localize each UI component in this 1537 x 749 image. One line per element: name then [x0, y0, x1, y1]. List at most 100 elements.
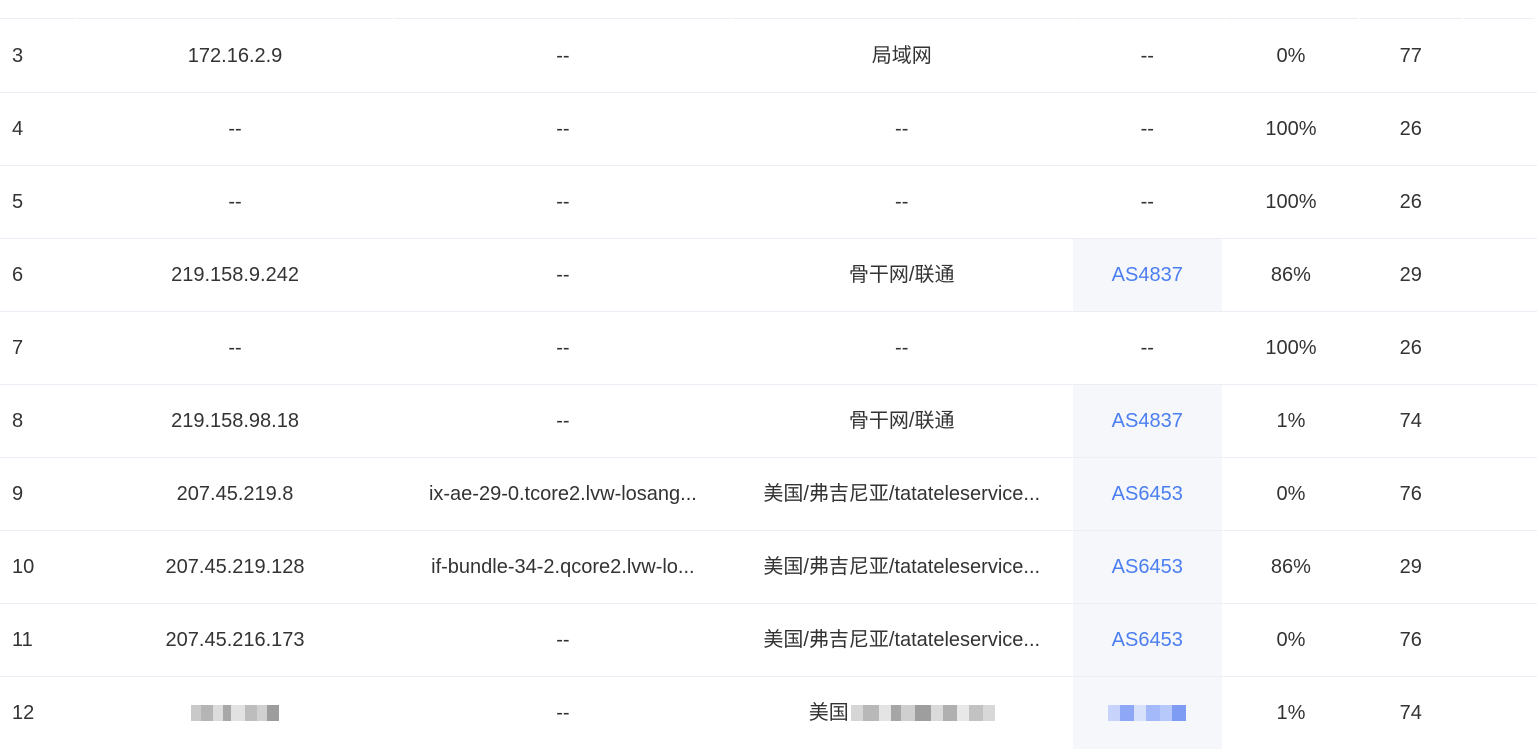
geo-cell-text: --	[895, 118, 909, 140]
traceroute-table: 3 172.16.2.9 -- 局域网 -- 0% 77 4 -- -- -- -- 100% 26 5 --…	[0, 0, 1537, 749]
loss-cell-text: 0%	[1276, 483, 1306, 505]
geo-cell-text: --	[895, 191, 909, 213]
asn-cell-text: --	[1140, 191, 1154, 213]
hostname-cell: --	[395, 166, 734, 238]
loss-cell: 100%	[1225, 166, 1361, 238]
sent-cell: 76	[1360, 458, 1465, 530]
ip-cell-text: 219.158.98.18	[171, 410, 299, 432]
loss-cell: 86%	[1225, 531, 1361, 603]
table-body: 3 172.16.2.9 -- 局域网 -- 0% 77 4 -- -- -- -- 100% 26 5 --…	[0, 20, 1537, 749]
ip-cell: --	[78, 166, 396, 238]
spacer-cell	[1464, 312, 1534, 384]
ip-cell: 219.158.98.18	[78, 385, 396, 457]
geo-cell-text: 美国/弗吉尼亚/tatateleservice...	[763, 629, 1041, 651]
hostname-cell: --	[395, 20, 734, 92]
table-row: 12--美国1%742	[0, 677, 1537, 749]
spacer-cell	[1464, 458, 1534, 530]
geo-cell-text: 骨干网/联通	[848, 264, 955, 286]
hostname-cell-text: if-bundle-34-2.qcore2.lvw-lo...	[431, 556, 695, 578]
asn-cell[interactable]	[1072, 677, 1225, 749]
asn-link-text[interactable]: AS6453	[1100, 628, 1195, 652]
loss-cell: 86%	[1225, 239, 1361, 311]
sent-cell-text: 77	[1399, 45, 1422, 67]
hostname-cell-text: --	[556, 45, 570, 67]
hop-cell-text: 10	[12, 556, 35, 578]
spacer-cell	[1464, 93, 1534, 165]
hostname-cell: --	[395, 93, 734, 165]
ip-cell: 172.16.2.9	[78, 20, 396, 92]
table-row: 10 207.45.219.128 if-bundle-34-2.qcore2.lv…	[0, 531, 1537, 604]
hop-cell-text: 7	[12, 337, 24, 359]
sent-cell: 26	[1360, 312, 1465, 384]
geo-cell: 美国/弗吉尼亚/tatateleservice...	[734, 531, 1073, 603]
loss-cell-text: 100%	[1265, 191, 1317, 213]
loss-cell-text: 86%	[1270, 556, 1311, 578]
hostname-cell-text: --	[556, 337, 570, 359]
loss-cell: 1%	[1225, 385, 1361, 457]
loss-cell-text: 0%	[1276, 629, 1306, 651]
ip-cell-text: --	[228, 191, 242, 213]
hop-cell: 3	[0, 20, 78, 92]
loss-cell-text: 86%	[1270, 264, 1311, 286]
ip-cell-text: --	[228, 337, 242, 359]
asn-link-text[interactable]: AS6453	[1100, 482, 1195, 506]
ip-cell-text: 207.45.219.128	[165, 556, 305, 578]
loss-cell-text: 0%	[1276, 45, 1306, 67]
hop-cell-text: 5	[12, 191, 24, 213]
hop-cell: 6	[0, 239, 78, 311]
ip-cell-text: 207.45.219.8	[176, 483, 294, 505]
table-row: 3 172.16.2.9 -- 局域网 -- 0% 77	[0, 20, 1537, 93]
asn-cell: --	[1073, 93, 1225, 165]
asn-cell: --	[1073, 312, 1225, 384]
spacer-cell	[1464, 166, 1534, 238]
asn-cell: --	[1073, 20, 1225, 92]
sent-cell-text: 76	[1399, 483, 1422, 505]
table-row: 11 207.45.216.173 -- 美国/弗吉尼亚/tatateleservic…	[0, 604, 1537, 677]
asn-link[interactable]: AS6453	[1072, 604, 1225, 676]
asn-cell: --	[1073, 166, 1225, 238]
asn-link-text[interactable]: AS4837	[1100, 409, 1195, 433]
table-row: 6 219.158.9.242 -- 骨干网/联通 AS4837 86% 29	[0, 239, 1537, 312]
spacer-cell	[1464, 531, 1534, 603]
asn-cell-text: --	[1140, 118, 1154, 140]
hop-cell: 7	[0, 312, 78, 384]
hostname-cell: --	[395, 604, 734, 676]
hostname-cell: --	[395, 312, 734, 384]
geo-cell: 美国	[734, 677, 1073, 749]
hop-cell-text: 9	[12, 483, 24, 505]
sent-cell: 26	[1360, 93, 1465, 165]
sent-cell-text: 74	[1399, 702, 1422, 724]
ip-cell: 207.45.216.173	[78, 604, 396, 676]
sent-cell: 29	[1360, 531, 1465, 603]
asn-link-text[interactable]: AS6453	[1100, 555, 1195, 579]
redacted-block	[850, 703, 995, 723]
asn-link[interactable]: AS4837	[1072, 239, 1225, 311]
hop-cell: 9	[0, 458, 78, 530]
hop-cell: 8	[0, 385, 78, 457]
asn-link[interactable]: AS4837	[1072, 385, 1225, 457]
asn-link-text[interactable]: AS4837	[1100, 263, 1195, 287]
loss-cell: 100%	[1225, 93, 1361, 165]
hostname-cell-text: --	[556, 264, 570, 286]
hostname-cell: --	[395, 385, 734, 457]
ip-cell: 219.158.9.242	[78, 239, 396, 311]
ip-cell-text: 207.45.216.173	[165, 629, 305, 651]
geo-cell-text: --	[895, 337, 909, 359]
hop-cell-text: 3	[12, 45, 24, 67]
asn-link[interactable]: AS6453	[1072, 531, 1225, 603]
hop-cell: 5	[0, 166, 78, 238]
ip-cell-text: 219.158.9.242	[171, 264, 299, 286]
hop-cell-text: 8	[12, 410, 24, 432]
hop-cell-text: 6	[12, 264, 24, 286]
geo-cell: 局域网	[734, 20, 1073, 92]
hostname-cell-text: --	[556, 118, 570, 140]
table-row: 7 -- -- -- -- 100% 26	[0, 312, 1537, 385]
hostname-cell-text: --	[556, 629, 570, 651]
spacer-cell	[1464, 239, 1534, 311]
sent-cell: 29	[1360, 239, 1465, 311]
hostname-cell-text: --	[556, 191, 570, 213]
table-row: 4 -- -- -- -- 100% 26	[0, 93, 1537, 166]
sent-cell-text: 74	[1399, 410, 1422, 432]
sent-cell: 26	[1360, 166, 1465, 238]
asn-link[interactable]: AS6453	[1072, 458, 1225, 530]
